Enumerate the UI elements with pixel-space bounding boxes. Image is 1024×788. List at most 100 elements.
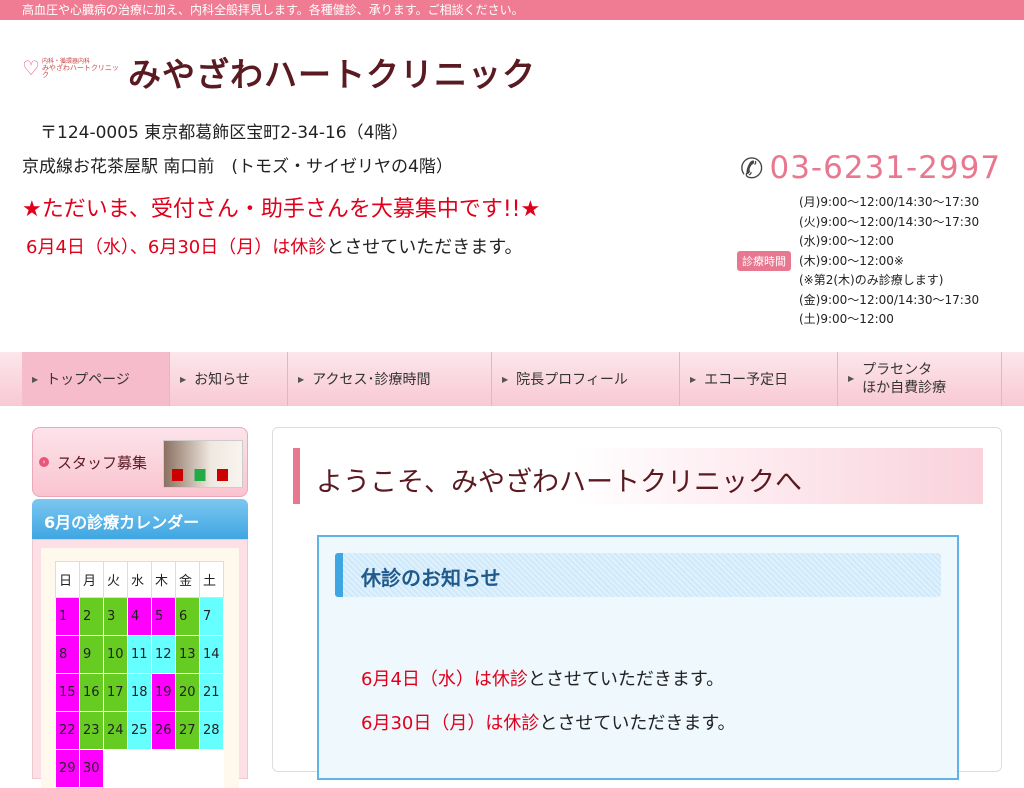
calendar-day: 19 — [151, 673, 176, 712]
nav-item-access[interactable]: ▶ アクセス･診療時間 — [288, 352, 492, 406]
notice-date-red: 6月30日（月）は休診 — [361, 713, 540, 734]
calendar-day: 2 — [79, 597, 104, 636]
nav-label: 院長プロフィール — [516, 372, 628, 388]
staff-recruit-banner[interactable]: › スタッフ募集 — [32, 427, 248, 497]
calendar-day: 18 — [127, 673, 152, 712]
closed-days-red: 6月4日（水）、6月30日（月）は休診 — [26, 237, 327, 258]
closed-days-rest: とさせていただきます。 — [326, 237, 523, 258]
weekday-header: 日 — [55, 561, 80, 598]
weekday-header: 土 — [199, 561, 224, 598]
nav-item-echo[interactable]: ▶ エコー予定日 — [680, 352, 838, 406]
nav-label: ほか自費診療 — [862, 380, 947, 396]
closure-notice-box: 休診のお知らせ 6月4日（水）は休診とさせていただきます。 6月30日（月）は休… — [317, 535, 959, 780]
clinic-calendar: 日 月 火 水 木 金 土 1 2 3 4 5 6 7 8 9 10 11 12… — [55, 561, 224, 788]
calendar-day: 24 — [103, 711, 128, 750]
phone-icon: ✆ — [740, 151, 764, 185]
calendar-day — [127, 749, 152, 788]
hours-line: (木)9:00〜12:00※ — [799, 253, 904, 268]
nav-arrow-icon: ▶ — [848, 374, 855, 383]
welcome-heading: ようこそ、みやざわハートクリニックへ — [293, 448, 983, 504]
calendar-day: 9 — [79, 635, 104, 674]
weekday-header: 月 — [79, 561, 104, 598]
main-navigation: ▶ トップページ ▶ お知らせ ▶ アクセス･診療時間 ▶ 院長プロフィール ▶ エコー予… — [0, 352, 1024, 406]
calendar-day: 23 — [79, 711, 104, 750]
calendar-day — [103, 749, 128, 788]
calendar-day: 26 — [151, 711, 176, 750]
calendar-day: 10 — [103, 635, 128, 674]
calendar-title: 6月の診療カレンダー — [32, 499, 248, 539]
calendar-day: 30 — [79, 749, 104, 788]
calendar-day: 5 — [151, 597, 176, 636]
nav-arrow-icon: ▶ — [690, 374, 697, 384]
weekday-header: 火 — [103, 561, 128, 598]
nav-arrow-icon: ▶ — [502, 374, 509, 384]
nav-item-top[interactable]: ▶ トップページ — [22, 352, 170, 406]
nav-arrow-icon: ▶ — [298, 374, 305, 384]
calendar-day: 28 — [199, 711, 224, 750]
notice-line: 6月4日（水）は休診とさせていただきます。 — [361, 665, 724, 691]
hours-line: (金)9:00〜12:00/14:30〜17:30 — [799, 292, 980, 307]
calendar-day: 4 — [127, 597, 152, 636]
weekday-header: 木 — [151, 561, 176, 598]
nav-label: アクセス･診療時間 — [312, 372, 431, 388]
site-title[interactable]: みやざわハートクリニック — [128, 48, 536, 96]
main-content: ようこそ、みやざわハートクリニックへ 休診のお知らせ 6月4日（水）は休診とさせ… — [272, 427, 1002, 780]
calendar-day: 20 — [175, 673, 200, 712]
nav-label: プラセンタ — [862, 362, 933, 378]
calendar-day: 22 — [55, 711, 80, 750]
notice-rest: とさせていただきます。 — [539, 713, 736, 734]
clinic-address: 〒124-0005 東京都葛飾区宝町2-34-16（4階） — [40, 123, 409, 143]
nav-label: トップページ — [46, 372, 130, 388]
calendar-day: 6 — [175, 597, 200, 636]
top-announcement-bar: 高血圧や心臓病の治療に加え、内科全般拝見します。各種健診、承ります。ご相談くださ… — [0, 0, 1024, 20]
nav-arrow-icon: ▶ — [32, 374, 39, 384]
calendar-day: 14 — [199, 635, 224, 674]
waiting-room-photo — [163, 440, 243, 488]
nav-arrow-icon: ▶ — [180, 374, 187, 384]
circle-arrow-icon: › — [39, 457, 49, 467]
nav-item-placenta[interactable]: ▶ プラセンタほか自費診療 — [838, 352, 1002, 406]
hours-line: (土)9:00〜12:00 — [799, 312, 894, 326]
clinic-access: 京成線お花茶屋駅 南口前 (トモズ・サイゼリヤの4階） — [22, 157, 453, 177]
calendar-day: 7 — [199, 597, 224, 636]
calendar-day: 15 — [55, 673, 80, 712]
nav-item-news[interactable]: ▶ お知らせ — [170, 352, 288, 406]
calendar-day — [199, 749, 224, 788]
notice-title: 休診のお知らせ — [335, 553, 941, 597]
hours-line: (※第2(木)のみ診療します) — [799, 273, 944, 287]
calendar-day: 1 — [55, 597, 80, 636]
nav-item-profile[interactable]: ▶ 院長プロフィール — [492, 352, 680, 406]
staff-recruit-label: スタッフ募集 — [57, 453, 148, 472]
office-hours: (月)9:00〜12:00/14:30〜17:30 (火)9:00〜12:00/… — [799, 193, 979, 330]
nav-label: お知らせ — [194, 372, 250, 388]
closed-days-notice: 6月4日（水）、6月30日（月）は休診とさせていただきます。 — [26, 233, 522, 259]
nav-label: エコー予定日 — [704, 372, 789, 388]
phone-number[interactable]: ✆ 03-6231-2997 — [740, 150, 1001, 186]
notice-line: 6月30日（月）は休診とさせていただきます。 — [361, 709, 736, 735]
hours-badge: 診療時間 — [737, 251, 791, 271]
weekday-header: 水 — [127, 561, 152, 598]
notice-date-red: 6月4日（水）は休診 — [361, 669, 528, 690]
calendar-day: 11 — [127, 635, 152, 674]
calendar-day: 21 — [199, 673, 224, 712]
phone-number-text: 03-6231-2997 — [769, 150, 1002, 186]
clinic-logo[interactable]: ♡ 内科・循環器内科 みやざわハートクリニック — [22, 50, 120, 86]
calendar-day: 13 — [175, 635, 200, 674]
calendar-day: 29 — [55, 749, 80, 788]
notice-rest: とさせていただきます。 — [527, 669, 725, 690]
calendar-day: 16 — [79, 673, 104, 712]
calendar-day — [175, 749, 200, 788]
calendar-day: 25 — [127, 711, 152, 750]
calendar-day — [151, 749, 176, 788]
heart-logo-icon: ♡ — [22, 56, 40, 80]
hours-line: (水)9:00〜12:00 — [799, 234, 894, 248]
hours-line: (火)9:00〜12:00/14:30〜17:30 — [799, 214, 980, 229]
recruit-notice[interactable]: ★ただいま、受付さん・助手さんを大募集中です!!★ — [22, 191, 540, 223]
logo-text: みやざわハートクリニック — [41, 63, 119, 79]
hours-line: (月)9:00〜12:00/14:30〜17:30 — [799, 195, 980, 209]
weekday-header: 金 — [175, 561, 200, 598]
calendar-day: 8 — [55, 635, 80, 674]
calendar-day: 12 — [151, 635, 176, 674]
calendar-day: 17 — [103, 673, 128, 712]
calendar-day: 27 — [175, 711, 200, 750]
